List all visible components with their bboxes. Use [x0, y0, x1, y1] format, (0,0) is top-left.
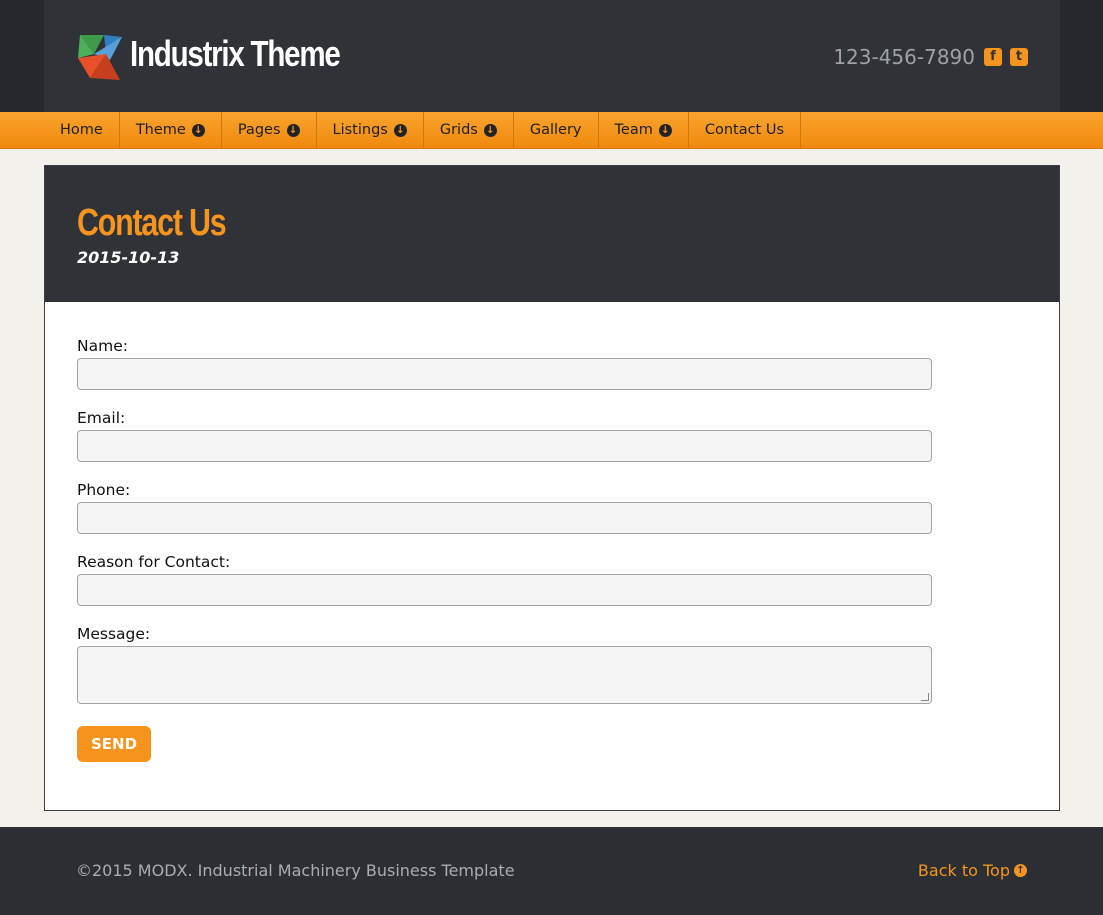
nav-item-pages[interactable]: Pages ↓ — [222, 112, 317, 149]
nav-item-listings[interactable]: Listings ↓ — [317, 112, 424, 149]
dropdown-arrow-icon: ↓ — [191, 124, 205, 137]
nav-item-label: Home — [60, 122, 103, 138]
nav-item-label: Gallery — [529, 122, 582, 138]
nav-item-contact-us[interactable]: Contact Us — [689, 112, 802, 149]
reason-input[interactable] — [77, 574, 932, 606]
nav-item-label: Listings — [332, 122, 388, 138]
back-to-top-link[interactable]: Back to Top ↑ — [918, 861, 1027, 880]
email-input[interactable] — [77, 430, 932, 462]
nav-item-label: Pages — [237, 122, 281, 138]
phone-label: Phone: — [77, 481, 131, 499]
dropdown-arrow-icon: ↓ — [393, 124, 407, 137]
resize-handle-icon[interactable] — [921, 693, 929, 701]
nav-item-grids[interactable]: Grids ↓ — [424, 112, 514, 149]
nav-item-label: Team — [614, 122, 653, 138]
footer-copyright: ©2015 MODX. Industrial Machinery Busines… — [76, 861, 515, 880]
site-footer: ©2015 MODX. Industrial Machinery Busines… — [0, 827, 1103, 915]
site-title[interactable]: Industrix Theme — [130, 33, 341, 75]
name-input[interactable] — [77, 358, 932, 390]
nav-item-team[interactable]: Team ↓ — [599, 112, 689, 149]
nav-item-label: Contact Us — [704, 122, 785, 138]
nav-item-label: Grids — [439, 122, 478, 138]
header-phone: 123-456-7890 — [833, 45, 975, 69]
main-nav: Home Theme ↓ Pages ↓ Listings ↓ Grids ↓ Gall… — [0, 112, 1103, 149]
reason-label: Reason for Contact: — [77, 553, 231, 571]
message-textarea[interactable] — [77, 646, 932, 704]
message-label: Message: — [77, 625, 151, 643]
page-header: Contact Us 2015-10-13 — [45, 166, 1059, 302]
site-header: Industrix Theme 123-456-7890 f t — [44, 0, 1060, 112]
arrow-up-circle-icon: ↑ — [1014, 864, 1027, 877]
nav-item-theme[interactable]: Theme ↓ — [120, 112, 222, 149]
dropdown-arrow-icon: ↓ — [286, 124, 300, 137]
nav-item-label: Theme — [135, 122, 186, 138]
back-to-top-label: Back to Top — [917, 861, 1010, 880]
nav-item-home[interactable]: Home — [44, 112, 120, 149]
phone-input[interactable] — [77, 502, 932, 534]
page-date: 2015-10-13 — [77, 248, 180, 267]
nav-item-gallery[interactable]: Gallery — [514, 112, 599, 149]
name-label: Name: — [77, 337, 128, 355]
dropdown-arrow-icon: ↓ — [483, 124, 497, 137]
dropdown-arrow-icon: ↓ — [658, 124, 672, 137]
industrix-logo-icon[interactable] — [76, 32, 123, 80]
email-label: Email: — [77, 409, 126, 427]
send-button[interactable]: SEND — [77, 726, 151, 762]
page-title: Contact Us — [77, 202, 227, 244]
twitter-square-icon[interactable]: t — [1010, 48, 1028, 66]
facebook-square-icon[interactable]: f — [984, 48, 1002, 66]
content-panel: Contact Us 2015-10-13 Name: Email: Phone… — [44, 165, 1060, 811]
